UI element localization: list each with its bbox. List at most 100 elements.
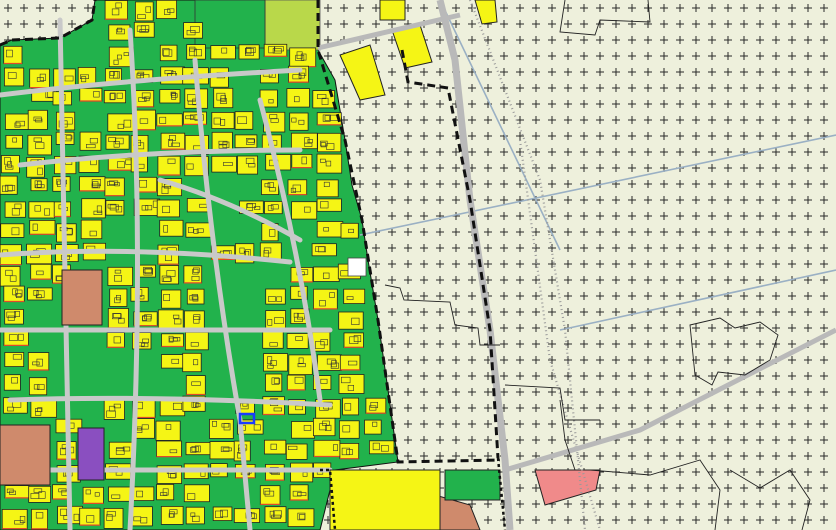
residential-block[interactable] [338, 374, 365, 394]
residential-block[interactable] [5, 113, 32, 130]
residential-block[interactable] [287, 179, 308, 196]
residential-block[interactable] [209, 441, 237, 460]
residential-block[interactable] [108, 24, 131, 41]
residential-block[interactable] [30, 178, 48, 192]
residential-block[interactable] [186, 288, 205, 305]
residential-block[interactable] [291, 153, 313, 169]
residential-block[interactable] [29, 68, 50, 89]
residential-block[interactable] [265, 373, 283, 392]
zoning-map[interactable] [0, 0, 836, 530]
residential-block[interactable] [184, 331, 209, 351]
residential-block[interactable] [313, 266, 340, 282]
residential-block[interactable] [103, 399, 125, 420]
residential-block[interactable] [130, 506, 153, 527]
residential-block[interactable] [161, 289, 182, 309]
residential-block[interactable] [343, 332, 364, 348]
residential-block[interactable] [4, 67, 25, 87]
residential-block[interactable] [133, 21, 155, 38]
residential-block[interactable] [364, 419, 382, 435]
residential-block[interactable] [1, 508, 28, 530]
residential-block[interactable] [264, 200, 283, 215]
residential-block[interactable] [159, 44, 178, 62]
residential-block[interactable] [0, 265, 21, 287]
residential-block[interactable] [186, 198, 210, 213]
residential-block[interactable] [312, 417, 336, 437]
residential-block[interactable] [159, 265, 179, 285]
residential-block[interactable] [183, 484, 210, 503]
residential-block[interactable] [105, 200, 125, 216]
residential-block[interactable] [159, 219, 184, 237]
residential-block[interactable] [157, 155, 181, 176]
residential-parcel-north-3[interactable] [379, 0, 406, 21]
residential-block[interactable] [79, 507, 101, 526]
residential-block[interactable] [107, 157, 135, 171]
residential-block[interactable] [107, 266, 134, 286]
residential-block[interactable] [3, 331, 29, 346]
residential-block[interactable] [155, 420, 181, 441]
residential-block[interactable] [291, 421, 316, 439]
residential-block[interactable] [3, 285, 25, 303]
residential-block[interactable] [182, 352, 202, 373]
residential-block[interactable] [3, 45, 23, 65]
residential-block[interactable] [27, 109, 48, 130]
residential-block[interactable] [311, 243, 337, 257]
community-facility-parcel-southwest[interactable] [0, 424, 51, 486]
residential-block[interactable] [82, 486, 104, 504]
residential-block[interactable] [79, 131, 102, 151]
residential-block[interactable] [234, 134, 258, 149]
utility-parcel[interactable] [347, 257, 367, 277]
sports-field[interactable] [264, 0, 321, 51]
residential-block[interactable] [81, 198, 106, 219]
residential-block[interactable] [159, 89, 181, 104]
residential-block[interactable] [234, 111, 254, 130]
residential-block[interactable] [27, 352, 50, 371]
residential-block[interactable] [185, 441, 212, 456]
residential-block[interactable] [160, 505, 184, 525]
residential-block[interactable] [317, 132, 342, 153]
residential-block[interactable] [27, 134, 52, 156]
residential-block[interactable] [182, 111, 207, 126]
residential-block[interactable] [286, 333, 309, 349]
map-canvas[interactable] [0, 0, 836, 530]
residential-block[interactable] [107, 308, 129, 329]
residential-block[interactable] [211, 155, 237, 173]
residential-block[interactable] [339, 354, 361, 371]
residential-block[interactable] [211, 131, 233, 152]
residential-block[interactable] [133, 486, 155, 501]
residential-block[interactable] [5, 134, 23, 149]
residential-block[interactable] [106, 332, 125, 348]
residential-block[interactable] [104, 177, 125, 197]
residential-block[interactable] [211, 112, 235, 130]
residential-block[interactable] [108, 441, 135, 459]
residential-block[interactable] [55, 131, 75, 145]
residential-block[interactable] [160, 132, 186, 150]
residential-block[interactable] [3, 374, 21, 391]
residential-block[interactable] [259, 485, 281, 505]
residential-block[interactable] [185, 506, 205, 525]
residential-block[interactable] [156, 199, 180, 218]
residential-block[interactable] [79, 176, 106, 192]
residential-block[interactable] [159, 399, 186, 417]
residential-block[interactable] [27, 287, 53, 301]
residential-block[interactable] [183, 265, 203, 284]
residential-block[interactable] [103, 507, 124, 529]
residential-block[interactable] [4, 308, 24, 325]
residential-block[interactable] [105, 68, 122, 83]
residential-block[interactable] [212, 506, 233, 522]
residential-block[interactable] [316, 179, 339, 198]
residential-block[interactable] [285, 443, 308, 460]
residential-block[interactable] [289, 47, 317, 68]
special-use-parcel[interactable] [77, 427, 105, 481]
residential-block[interactable] [79, 87, 103, 102]
residential-block[interactable] [4, 352, 25, 368]
residential-block[interactable] [289, 484, 309, 501]
residential-block[interactable] [209, 418, 234, 439]
residential-block[interactable] [183, 22, 203, 39]
residential-block[interactable] [155, 0, 177, 19]
residential-block[interactable] [265, 288, 286, 305]
residential-block[interactable] [338, 420, 360, 439]
residential-block[interactable] [28, 201, 55, 219]
residential-block[interactable] [103, 90, 127, 104]
residential-block[interactable] [368, 440, 395, 455]
residential-block[interactable] [28, 377, 48, 396]
